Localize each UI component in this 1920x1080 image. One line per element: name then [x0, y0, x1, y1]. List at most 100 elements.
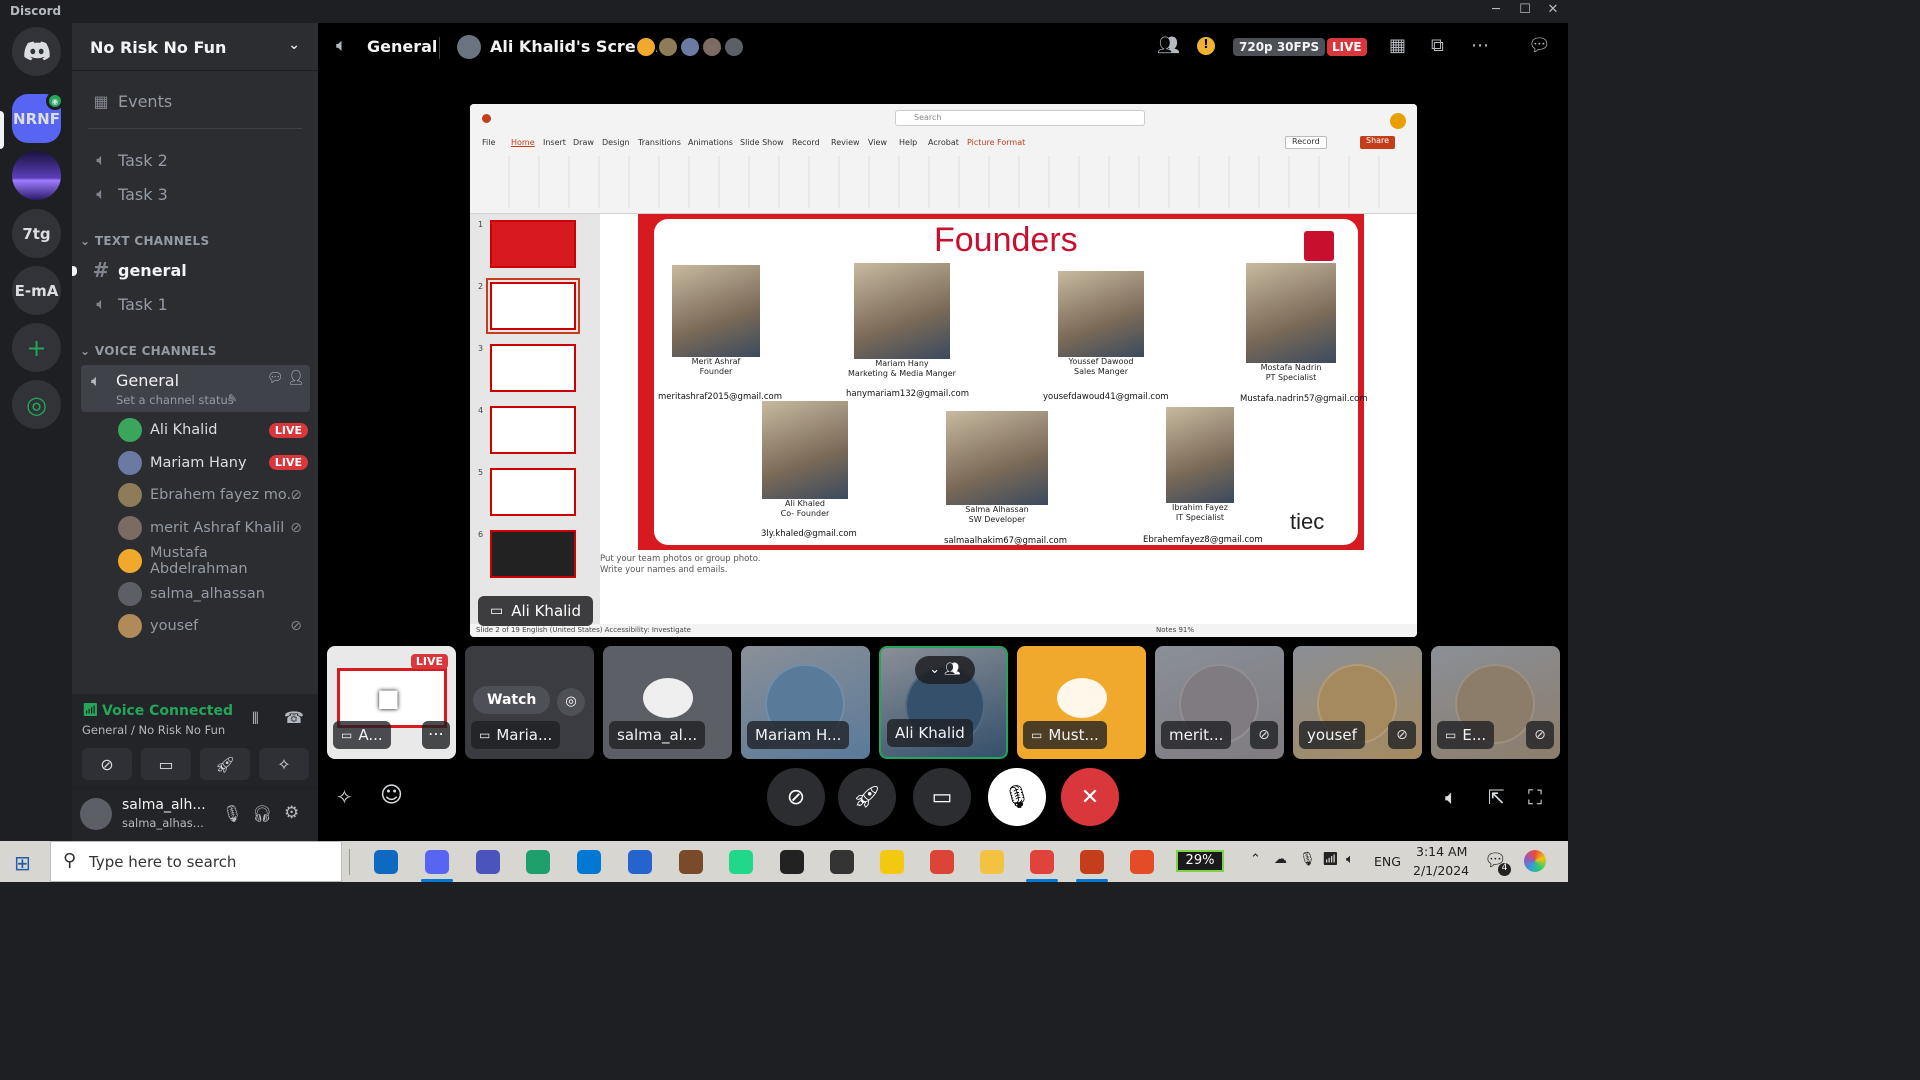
participant-tile[interactable]: merit... ⊘	[1155, 646, 1284, 759]
voice-location[interactable]: General / No Risk No Fun	[82, 723, 225, 737]
slide-thumbnail[interactable]	[490, 468, 576, 516]
participant-tile[interactable]: ■ LIVE ⋯ ▭ A...	[327, 646, 456, 759]
chrome-profile-icon[interactable]	[1030, 850, 1054, 874]
ppt-tab[interactable]: Review	[831, 138, 860, 147]
disconnect-icon[interactable]: ☎	[284, 708, 304, 727]
ppt-tab[interactable]: Draw	[573, 138, 594, 147]
microphone-tray-icon[interactable]: 🎙︎	[1299, 852, 1316, 867]
cloud-icon[interactable]: ☁	[1274, 852, 1287, 867]
paint-icon[interactable]	[1130, 850, 1154, 874]
chat-bubble-icon[interactable]: 💬︎	[267, 371, 284, 386]
ppt-tab[interactable]: Help	[899, 138, 917, 147]
server-galaxy[interactable]	[12, 151, 61, 200]
volume-icon[interactable]: 🔈︎	[1445, 785, 1457, 809]
watch-stream-button[interactable]: Watch	[473, 686, 551, 714]
todo-icon[interactable]	[628, 850, 652, 874]
minimize-button[interactable]: ─	[1486, 2, 1506, 17]
explore-servers-icon[interactable]: ◎	[12, 380, 61, 429]
ppt-tab[interactable]: Slide Show	[740, 138, 784, 147]
signal-icon[interactable]: 📶︎	[82, 703, 99, 718]
ppt-notification-icon[interactable]	[1390, 113, 1406, 129]
channel-status[interactable]: Set a channel status	[116, 393, 234, 407]
voice-user[interactable]: Ebrahem fayez mo... ⊘	[118, 480, 308, 510]
participant-tile[interactable]: Mariam H...	[741, 646, 870, 759]
battery-indicator[interactable]: 29%	[1176, 850, 1224, 872]
pop-out-icon[interactable]: ⇱	[1488, 785, 1505, 809]
more-options-icon[interactable]: ⋯	[1471, 35, 1489, 56]
language-indicator[interactable]: ENG	[1374, 854, 1401, 869]
soundboard-button[interactable]: ✧	[259, 748, 309, 780]
server-e-ma[interactable]: E-mA	[12, 266, 61, 315]
participant-tile[interactable]: Watch ◎ ▭ Maria...	[465, 646, 594, 759]
username[interactable]: salma_alh...	[122, 797, 206, 813]
voice-channel-general[interactable]: 🔈︎ General Set a channel status ✎ 💬︎ 👤︎	[81, 365, 310, 412]
ppt-tab[interactable]: Home	[511, 138, 535, 147]
voice-user[interactable]: Mariam Hany LIVE	[118, 448, 308, 478]
voice-channels-category[interactable]: ⌄ VOICE CHANNELS	[80, 344, 217, 358]
more-options-icon[interactable]: ⋯	[422, 721, 450, 749]
channel-task-1[interactable]: 🔈︎ Task 1	[80, 288, 310, 320]
camera-toggle-button[interactable]: ⊘	[767, 768, 825, 826]
microphone-button[interactable]: 🎙︎	[988, 768, 1046, 826]
camera-off-button[interactable]: ⊘	[82, 748, 132, 780]
participant-tile[interactable]: ▭ E... ⊘	[1431, 646, 1560, 759]
invite-user-icon[interactable]: 👤︎	[287, 370, 305, 386]
file-explorer-icon[interactable]	[980, 850, 1004, 874]
microphone-icon[interactable]: 🎙︎	[222, 804, 242, 823]
clion-icon[interactable]	[526, 850, 550, 874]
voice-user[interactable]: merit Ashraf Khalil ⊘	[118, 513, 308, 543]
maximize-button[interactable]: ☐	[1515, 2, 1535, 17]
avatar-app-icon[interactable]	[679, 850, 703, 874]
taskbar-search[interactable]: ⚲ Type here to search	[50, 841, 342, 882]
voice-user[interactable]: Ali Khalid LIVE	[118, 415, 308, 445]
ppt-tab[interactable]: File	[482, 138, 495, 147]
participant-tile[interactable]: ⌄ 👥︎ Ali Khalid	[879, 646, 1008, 759]
ppt-tab[interactable]: Picture Format	[967, 138, 1025, 147]
slide-thumbnail[interactable]	[486, 278, 580, 334]
avatar[interactable]	[80, 798, 112, 830]
emoji-icon[interactable]: ☺	[380, 783, 403, 808]
soundboard-icon[interactable]: ✧	[336, 785, 353, 809]
server-header[interactable]: No Risk No Fun ⌄	[72, 23, 318, 71]
screen-share-view[interactable]: Search File Home Insert Draw Design Transitio…	[470, 104, 1417, 637]
ppt-record-button[interactable]: Record	[1285, 136, 1327, 149]
ppt-search-box[interactable]: Search	[895, 110, 1145, 126]
wifi-icon[interactable]: 📶︎	[1322, 852, 1339, 867]
discord-taskbar-icon[interactable]	[425, 850, 449, 874]
ppt-tab[interactable]: View	[868, 138, 887, 147]
server-nrnf[interactable]: NRNF ◉	[12, 92, 64, 143]
settings-gear-icon[interactable]: ⚙	[284, 803, 299, 823]
expand-controls-icon[interactable]: ⌄ 👥︎	[915, 656, 975, 684]
teams-icon[interactable]	[476, 850, 500, 874]
leave-call-button[interactable]: ✕	[1061, 768, 1119, 826]
events-item[interactable]: ▦ Events	[80, 85, 310, 117]
grid-layout-icon[interactable]: ▦	[1389, 35, 1406, 56]
chrome-icon[interactable]	[930, 850, 954, 874]
chat-bubble-icon[interactable]: 💬︎	[1528, 35, 1551, 56]
add-server-icon[interactable]: +	[12, 323, 61, 372]
picture-in-picture-icon[interactable]: ⧉	[1431, 35, 1444, 56]
text-channels-category[interactable]: ⌄ TEXT CHANNELS	[80, 234, 209, 248]
voice-user[interactable]: salma_alhassan	[118, 579, 308, 609]
ppt-tab[interactable]: Transitions	[638, 138, 681, 147]
slide-thumbnail[interactable]	[490, 406, 576, 454]
pencil-icon[interactable]: ✎	[228, 392, 237, 405]
azure-data-studio-icon[interactable]	[577, 850, 601, 874]
viewer-avatars[interactable]	[635, 36, 745, 58]
discord-home-icon[interactable]	[12, 27, 61, 76]
ppt-tab[interactable]: Animations	[688, 138, 733, 147]
participant-tile[interactable]: ▭ Must...	[1017, 646, 1146, 759]
activities-button[interactable]: 🚀︎	[838, 768, 896, 826]
fullscreen-icon[interactable]: ⛶	[1528, 785, 1542, 809]
powerpoint-taskbar-icon[interactable]	[1080, 850, 1104, 874]
share-screen-button[interactable]: ▭	[913, 768, 971, 826]
voice-user[interactable]: Mustafa Abdelrahman	[118, 545, 308, 577]
ppt-tab[interactable]: Acrobat	[928, 138, 959, 147]
github-icon[interactable]	[780, 850, 804, 874]
server-7tg[interactable]: 7tg	[12, 209, 61, 258]
participant-tile[interactable]: yousef ⊘	[1293, 646, 1422, 759]
warning-icon[interactable]: !	[1197, 37, 1215, 55]
slide-thumbnail[interactable]	[490, 344, 576, 392]
voice-user[interactable]: yousef ⊘	[118, 611, 308, 641]
ppt-tab[interactable]: Design	[602, 138, 630, 147]
